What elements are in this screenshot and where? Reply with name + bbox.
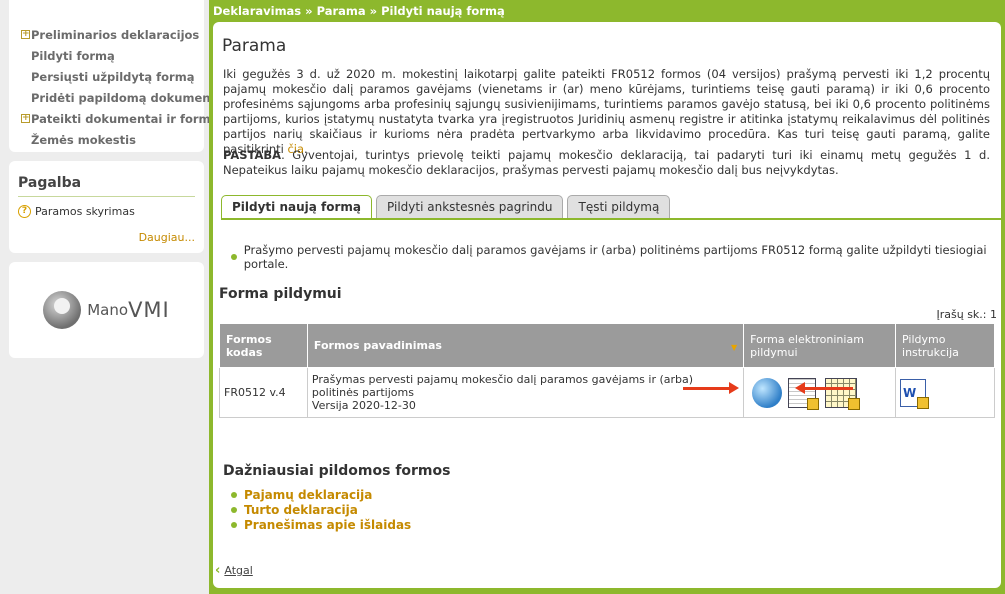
bullet-dot-icon: [231, 254, 237, 260]
form-name: Prašymas pervesti pajamų mokesčio dalį p…: [311, 373, 694, 399]
download-badge-icon: [917, 396, 930, 409]
column-header-electronic: Forma elektroniniam pildymui: [743, 323, 897, 368]
table-row: FR0512 v.4 Prašymas pervesti pajamų moke…: [219, 367, 995, 418]
sidebar-item-label: Pridėti papildomą dokumentą: [31, 90, 224, 105]
back-link-label: Atgal: [224, 564, 253, 577]
mano-vmi-logo: Mano VMI: [43, 291, 170, 329]
record-count: Įrašų sk.: 1: [936, 308, 997, 321]
sidebar-item-prideti[interactable]: Pridėti papildomą dokumentą: [21, 87, 224, 108]
tab-pildyti-nauja[interactable]: Pildyti naują formą: [221, 195, 373, 219]
logo-text-mano: Mano: [87, 301, 129, 319]
help-title: Pagalba: [18, 175, 195, 197]
frequent-form-label: Pajamų deklaracija: [244, 487, 373, 502]
help-more-link[interactable]: Daugiau...: [18, 231, 195, 244]
breadcrumb: Deklaravimas » Parama » Pildyti naują fo…: [213, 4, 505, 18]
mano-vmi-logo-box[interactable]: Mano VMI: [9, 262, 204, 358]
expand-plus-icon[interactable]: +: [21, 114, 30, 123]
bullet-dot-icon: [231, 521, 237, 528]
expand-plus-icon[interactable]: +: [21, 30, 30, 39]
sidebar: + Preliminarios deklaracijos Pildyti for…: [9, 0, 225, 358]
forms-table: Formos kodas Formos pavadinimas ▼ Forma …: [219, 323, 995, 418]
frequent-form-link[interactable]: Pranešimas apie išlaidas: [231, 517, 411, 532]
bullet-dot-icon: [231, 491, 237, 498]
sidebar-item-persiusti[interactable]: Persiųsti užpildytą formą: [21, 66, 204, 87]
annotation-arrow-right-icon: [683, 382, 739, 394]
word-letter-icon: W: [903, 385, 917, 400]
frequent-form-link[interactable]: Turto deklaracija: [231, 502, 411, 517]
column-header-name[interactable]: Formos pavadinimas ▼: [306, 323, 745, 368]
sort-down-icon[interactable]: ▼: [731, 343, 737, 352]
frequent-forms-title: Dažniausiai pildomos formos: [223, 463, 451, 479]
help-link-label: Paramos skyrimas: [35, 205, 135, 218]
frequent-form-label: Pranešimas apie išlaidas: [244, 517, 412, 532]
column-header-name-label: Formos pavadinimas: [313, 339, 442, 352]
chevron-left-icon: ‹: [215, 563, 221, 578]
info-bullet-text: Prašymo pervesti pajamų mokesčio dalį pa…: [243, 243, 987, 271]
form-grid-icon[interactable]: [825, 377, 861, 410]
instruction-cell: W: [895, 367, 995, 418]
annotation-arrow-left-icon: [795, 382, 853, 394]
form-code-cell: FR0512 v.4: [219, 367, 308, 418]
sidebar-item-label: Pateikti dokumentai ir formos: [31, 111, 226, 126]
download-badge-icon: [806, 397, 819, 410]
main-area: Deklaravimas » Parama » Pildyti naują fo…: [209, 0, 1005, 594]
sidebar-menu: + Preliminarios deklaracijos Pildyti for…: [9, 0, 225, 152]
question-icon: ?: [18, 205, 31, 218]
note-body: . Gyventojai, turintys prievolę teikti p…: [223, 148, 990, 177]
electronic-form-cell: [743, 367, 897, 418]
help-box: Pagalba ? Paramos skyrimas Daugiau...: [9, 161, 204, 253]
sidebar-item-zemes[interactable]: Žemės mokestis: [21, 129, 204, 150]
tab-pildyti-ankstesnes[interactable]: Pildyti ankstesnės pagrindu: [376, 195, 564, 218]
tabs: Pildyti naują formą Pildyti ankstesnės p…: [221, 195, 674, 219]
form-version: Versija 2020-12-30: [311, 399, 416, 412]
note-text: PASTABA. Gyventojai, turintys prievolę t…: [223, 148, 990, 178]
sidebar-item-pateikti[interactable]: + Pateikti dokumentai ir formos: [21, 108, 225, 129]
info-bullet: Prašymo pervesti pajamų mokesčio dalį pa…: [231, 243, 1001, 271]
sidebar-item-label: Persiųsti užpildytą formą: [31, 69, 195, 84]
sidebar-item-label: Preliminarios deklaracijos: [31, 27, 200, 42]
back-link[interactable]: ‹ Atgal: [215, 563, 253, 578]
download-badge-icon: [848, 397, 861, 410]
intro-text: Iki gegužės 3 d. už 2020 m. mokestinį la…: [223, 67, 990, 157]
forms-section-title: Forma pildymui: [219, 286, 342, 302]
online-fill-globe-icon[interactable]: [752, 377, 783, 408]
sidebar-item-label: Pildyti formą: [31, 48, 115, 63]
sidebar-item-preliminarios[interactable]: + Preliminarios deklaracijos: [21, 24, 204, 45]
intro-body: Iki gegužės 3 d. už 2020 m. mokestinį la…: [223, 67, 990, 156]
bullet-dot-icon: [231, 506, 237, 513]
frequent-form-label: Turto deklaracija: [244, 502, 358, 517]
page-title: Parama: [222, 36, 287, 56]
word-document-icon[interactable]: W: [900, 378, 930, 409]
logo-text-vmi: VMI: [128, 298, 170, 322]
frequent-form-link[interactable]: Pajamų deklaracija: [231, 487, 411, 502]
form-name-cell: Prašymas pervesti pajamų mokesčio dalį p…: [306, 367, 745, 418]
frequent-forms-list: Pajamų deklaracija Turto deklaracija Pra…: [231, 487, 411, 532]
person-avatar-icon: [43, 291, 82, 329]
column-header-instruction: Pildymo instrukcija: [895, 323, 995, 368]
help-link-paramos-skyrimas[interactable]: ? Paramos skyrimas: [18, 205, 195, 218]
sidebar-item-label: Žemės mokestis: [31, 132, 136, 147]
sidebar-item-pildyti[interactable]: Pildyti formą: [21, 45, 204, 66]
tab-testi-pildyma[interactable]: Tęsti pildymą: [567, 195, 671, 218]
column-header-code[interactable]: Formos kodas: [219, 323, 308, 368]
note-label: PASTABA: [223, 148, 282, 162]
tabs-underline: [221, 218, 1001, 220]
content-panel: Parama Iki gegužės 3 d. už 2020 m. mokes…: [213, 22, 1001, 588]
